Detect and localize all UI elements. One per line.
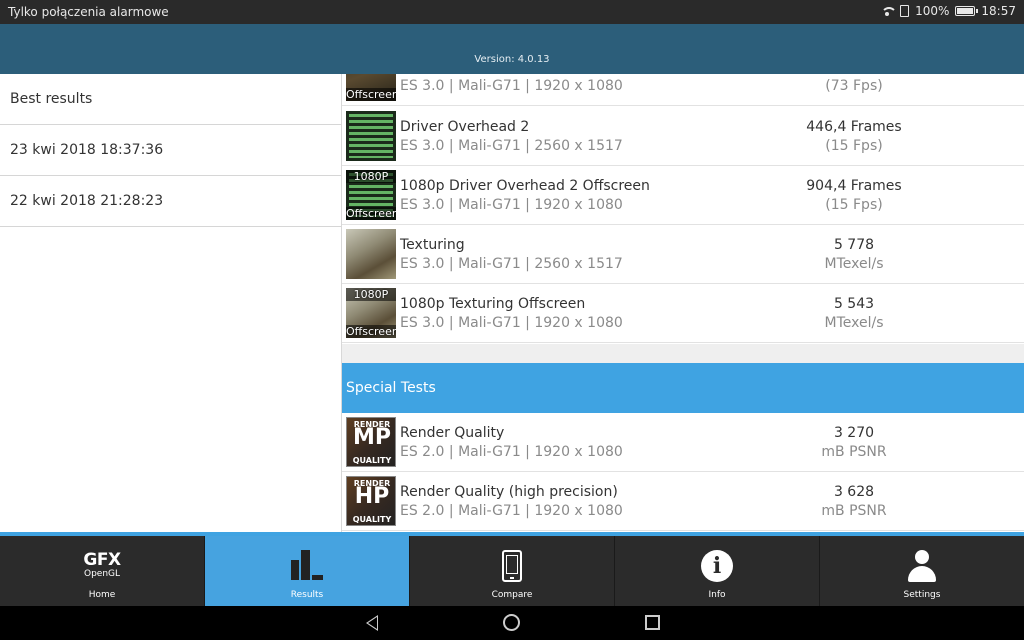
nav-label: Home [88,590,116,600]
test-score: 446,4 Frames [806,119,902,135]
test-unit: mB PSNR [821,503,887,519]
sim-icon [900,5,910,17]
test-unit: (15 Fps) [825,197,883,213]
thumbnail-label: HP [354,484,390,509]
section-spacer [342,344,1024,363]
thumbnail-label: 1080P [346,288,396,301]
nav-home[interactable]: GFX OpenGL Home [0,536,205,606]
app-header: Version: 4.0.13 [0,24,1024,74]
nav-compare[interactable]: Compare [410,536,615,606]
status-icons: 100% 18:57 [880,4,1016,18]
test-thumbnail: 1080P Offscreen [346,288,396,338]
test-score: 5 778 [833,237,875,253]
test-config: ES 2.0 | Mali-G71 | 1920 x 1080 [400,503,623,519]
section-header-special-tests: Special Tests [342,363,1024,413]
test-unit: MTexel/s [824,256,884,272]
render-quality-icon: RENDER MP QUALITY [346,417,396,467]
nav-label: Info [708,590,726,600]
test-thumbnail [346,229,396,279]
test-config: ES 3.0 | Mali-G71 | 2560 x 1517 [400,256,623,272]
test-config: ES 3.0 | Mali-G71 | 2560 x 1517 [400,138,623,154]
nav-label: Compare [491,590,533,600]
result-row[interactable]: Texturing ES 3.0 | Mali-G71 | 2560 x 151… [342,225,1024,284]
test-name: Driver Overhead 2 [400,119,530,135]
test-thumbnail: Offscreen [346,74,396,101]
test-unit: (73 Fps) [825,78,883,94]
results-history-list: Best results 23 kwi 2018 18:37:36 22 kwi… [0,74,342,532]
bar-chart-icon [291,550,323,580]
info-icon: i [701,550,733,582]
result-row[interactable]: RENDER HP QUALITY Render Quality (high p… [342,472,1024,531]
test-name: 1080p Texturing Offscreen [400,296,586,312]
test-name: Render Quality (high precision) [400,484,618,500]
history-item-label: Best results [10,91,93,107]
home-circle-icon[interactable] [503,614,520,631]
history-item-label: 23 kwi 2018 18:37:36 [10,142,164,158]
thumbnail-label: Offscreen [346,88,396,101]
test-name: Texturing [400,237,465,253]
test-score: 5 543 [833,296,875,312]
clock: 18:57 [981,4,1016,18]
results-detail-list[interactable]: Offscreen ES 3.0 | Mali-G71 | 1920 x 108… [342,74,1024,532]
battery-percent: 100% [915,4,950,18]
logo-text: GFX [83,550,121,570]
test-unit: MTexel/s [824,315,884,331]
bottom-navigation: GFX OpenGL Home Results Compare i Info S… [0,532,1024,606]
system-navigation-bar [0,606,1024,640]
result-row[interactable]: 1080P Offscreen 1080p Driver Overhead 2 … [342,166,1024,225]
logo-subtext: OpenGL [83,569,121,579]
status-bar: Tylko połączenia alarmowe 100% 18:57 [0,0,1024,24]
test-score: 904,4 Frames [806,178,902,194]
thumbnail-label: QUALITY [352,515,392,524]
history-item[interactable]: 22 kwi 2018 21:28:23 [0,176,341,227]
test-unit: (15 Fps) [825,138,883,154]
nav-settings[interactable]: Settings [820,536,1024,606]
thumbnail-label: MP [352,425,392,450]
section-title: Special Tests [346,380,436,396]
person-icon [907,550,937,582]
back-icon[interactable] [366,615,378,631]
test-thumbnail: 1080P Offscreen [346,170,396,220]
thumbnail-label: Offscreen [346,325,396,338]
thumbnail-label: Offscreen [346,207,396,220]
render-quality-icon: RENDER HP QUALITY [346,476,396,526]
test-score: 3 270 [833,425,875,441]
test-unit: mB PSNR [821,444,887,460]
test-config: ES 3.0 | Mali-G71 | 1920 x 1080 [400,197,623,213]
wifi-icon [880,5,898,17]
test-config: ES 2.0 | Mali-G71 | 1920 x 1080 [400,444,623,460]
thumbnail-label: QUALITY [352,456,392,465]
thumbnail-label: 1080P [346,170,396,183]
result-row[interactable]: RENDER MP QUALITY Render Quality ES 2.0 … [342,413,1024,472]
result-row[interactable]: Driver Overhead 2 ES 3.0 | Mali-G71 | 25… [342,107,1024,166]
phone-icon [502,550,522,582]
nav-results[interactable]: Results [205,536,410,606]
nav-label: Settings [903,590,941,600]
history-item-best[interactable]: Best results [0,74,341,125]
gfx-logo-icon: GFX OpenGL [72,550,132,580]
carrier-text: Tylko połączenia alarmowe [8,5,169,19]
recent-apps-icon[interactable] [645,615,660,630]
history-item-label: 22 kwi 2018 21:28:23 [10,193,164,209]
nav-label: Results [290,590,324,600]
result-row[interactable]: Offscreen ES 3.0 | Mali-G71 | 1920 x 108… [342,74,1024,106]
test-name: Render Quality [400,425,505,441]
test-config: ES 3.0 | Mali-G71 | 1920 x 1080 [400,315,623,331]
version-label: Version: 4.0.13 [474,54,550,65]
test-name: 1080p Driver Overhead 2 Offscreen [400,178,650,194]
test-score: 3 628 [833,484,875,500]
battery-icon [955,6,979,16]
nav-info[interactable]: i Info [615,536,820,606]
test-thumbnail [346,111,396,161]
history-item[interactable]: 23 kwi 2018 18:37:36 [0,125,341,176]
test-config: ES 3.0 | Mali-G71 | 1920 x 1080 [400,78,623,94]
result-row[interactable]: 1080P Offscreen 1080p Texturing Offscree… [342,284,1024,343]
